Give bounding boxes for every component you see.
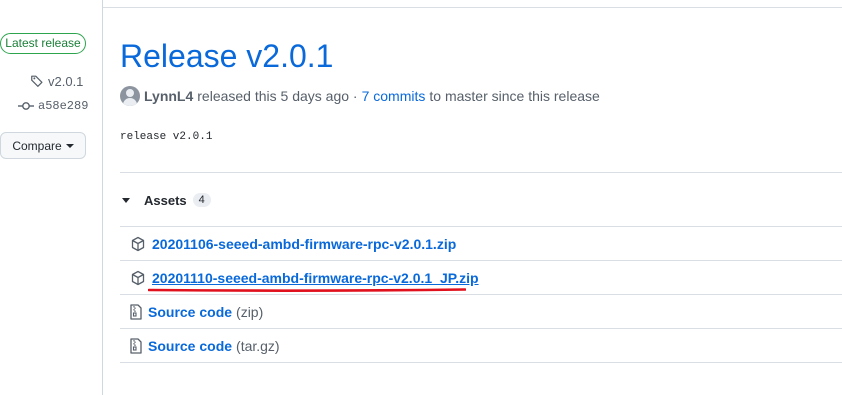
release-title[interactable]: Release v2.0.1 bbox=[120, 38, 333, 75]
avatar[interactable] bbox=[120, 86, 140, 106]
top-divider bbox=[103, 7, 842, 8]
assets-heading: Assets bbox=[144, 192, 187, 208]
assets-count: 4 bbox=[192, 193, 211, 207]
release-notes: release v2.0.1 bbox=[120, 131, 213, 143]
package-icon bbox=[131, 270, 145, 285]
latest-release-badge: Latest release bbox=[0, 33, 86, 54]
released-text: released this 5 days ago · bbox=[197, 88, 358, 104]
file-zip-icon bbox=[130, 303, 142, 320]
author-link[interactable]: LynnL4 bbox=[144, 88, 193, 104]
asset-name[interactable]: 20201110-seeed-ambd-firmware-rpc-v2.0.1_… bbox=[152, 270, 479, 286]
asset-item[interactable]: Source code (tar.gz) bbox=[120, 329, 842, 363]
tag-label: v2.0.1 bbox=[48, 73, 84, 89]
asset-ext: (zip) bbox=[236, 303, 264, 320]
commit-sha: a58e289 bbox=[38, 99, 89, 113]
asset-name[interactable]: Source code bbox=[148, 338, 232, 354]
package-icon bbox=[131, 236, 145, 251]
tag-link[interactable]: v2.0.1 bbox=[30, 72, 83, 90]
git-commit-icon bbox=[18, 102, 34, 110]
commits-link[interactable]: 7 commits bbox=[362, 88, 426, 104]
assets-toggle[interactable]: Assets 4 bbox=[122, 190, 211, 210]
asset-item[interactable]: Source code (zip) bbox=[120, 295, 842, 329]
sidebar-divider bbox=[102, 0, 103, 395]
compare-label: Compare bbox=[12, 138, 62, 153]
release-byline: LynnL4 released this 5 days ago · 7 comm… bbox=[120, 86, 600, 106]
asset-name[interactable]: Source code bbox=[148, 304, 232, 320]
asset-name[interactable]: 20201106-seeed-ambd-firmware-rpc-v2.0.1.… bbox=[152, 236, 456, 252]
asset-item[interactable]: 20201106-seeed-ambd-firmware-rpc-v2.0.1.… bbox=[120, 227, 842, 261]
assets-list: 20201106-seeed-ambd-firmware-rpc-v2.0.1.… bbox=[120, 226, 842, 363]
compare-button[interactable]: Compare bbox=[0, 132, 86, 159]
section-divider bbox=[120, 172, 842, 173]
tag-icon bbox=[31, 75, 43, 87]
commit-link[interactable]: a58e289 bbox=[18, 97, 88, 115]
file-zip-icon bbox=[130, 337, 142, 354]
asset-ext: (tar.gz) bbox=[236, 337, 280, 354]
triangle-down-icon bbox=[122, 197, 130, 203]
release-sidebar: Latest release v2.0.1 a58e289 Compare bbox=[0, 0, 103, 395]
chevron-down-icon bbox=[65, 143, 74, 148]
red-underline-annotation bbox=[148, 288, 466, 292]
target-text: to master since this release bbox=[429, 88, 600, 104]
